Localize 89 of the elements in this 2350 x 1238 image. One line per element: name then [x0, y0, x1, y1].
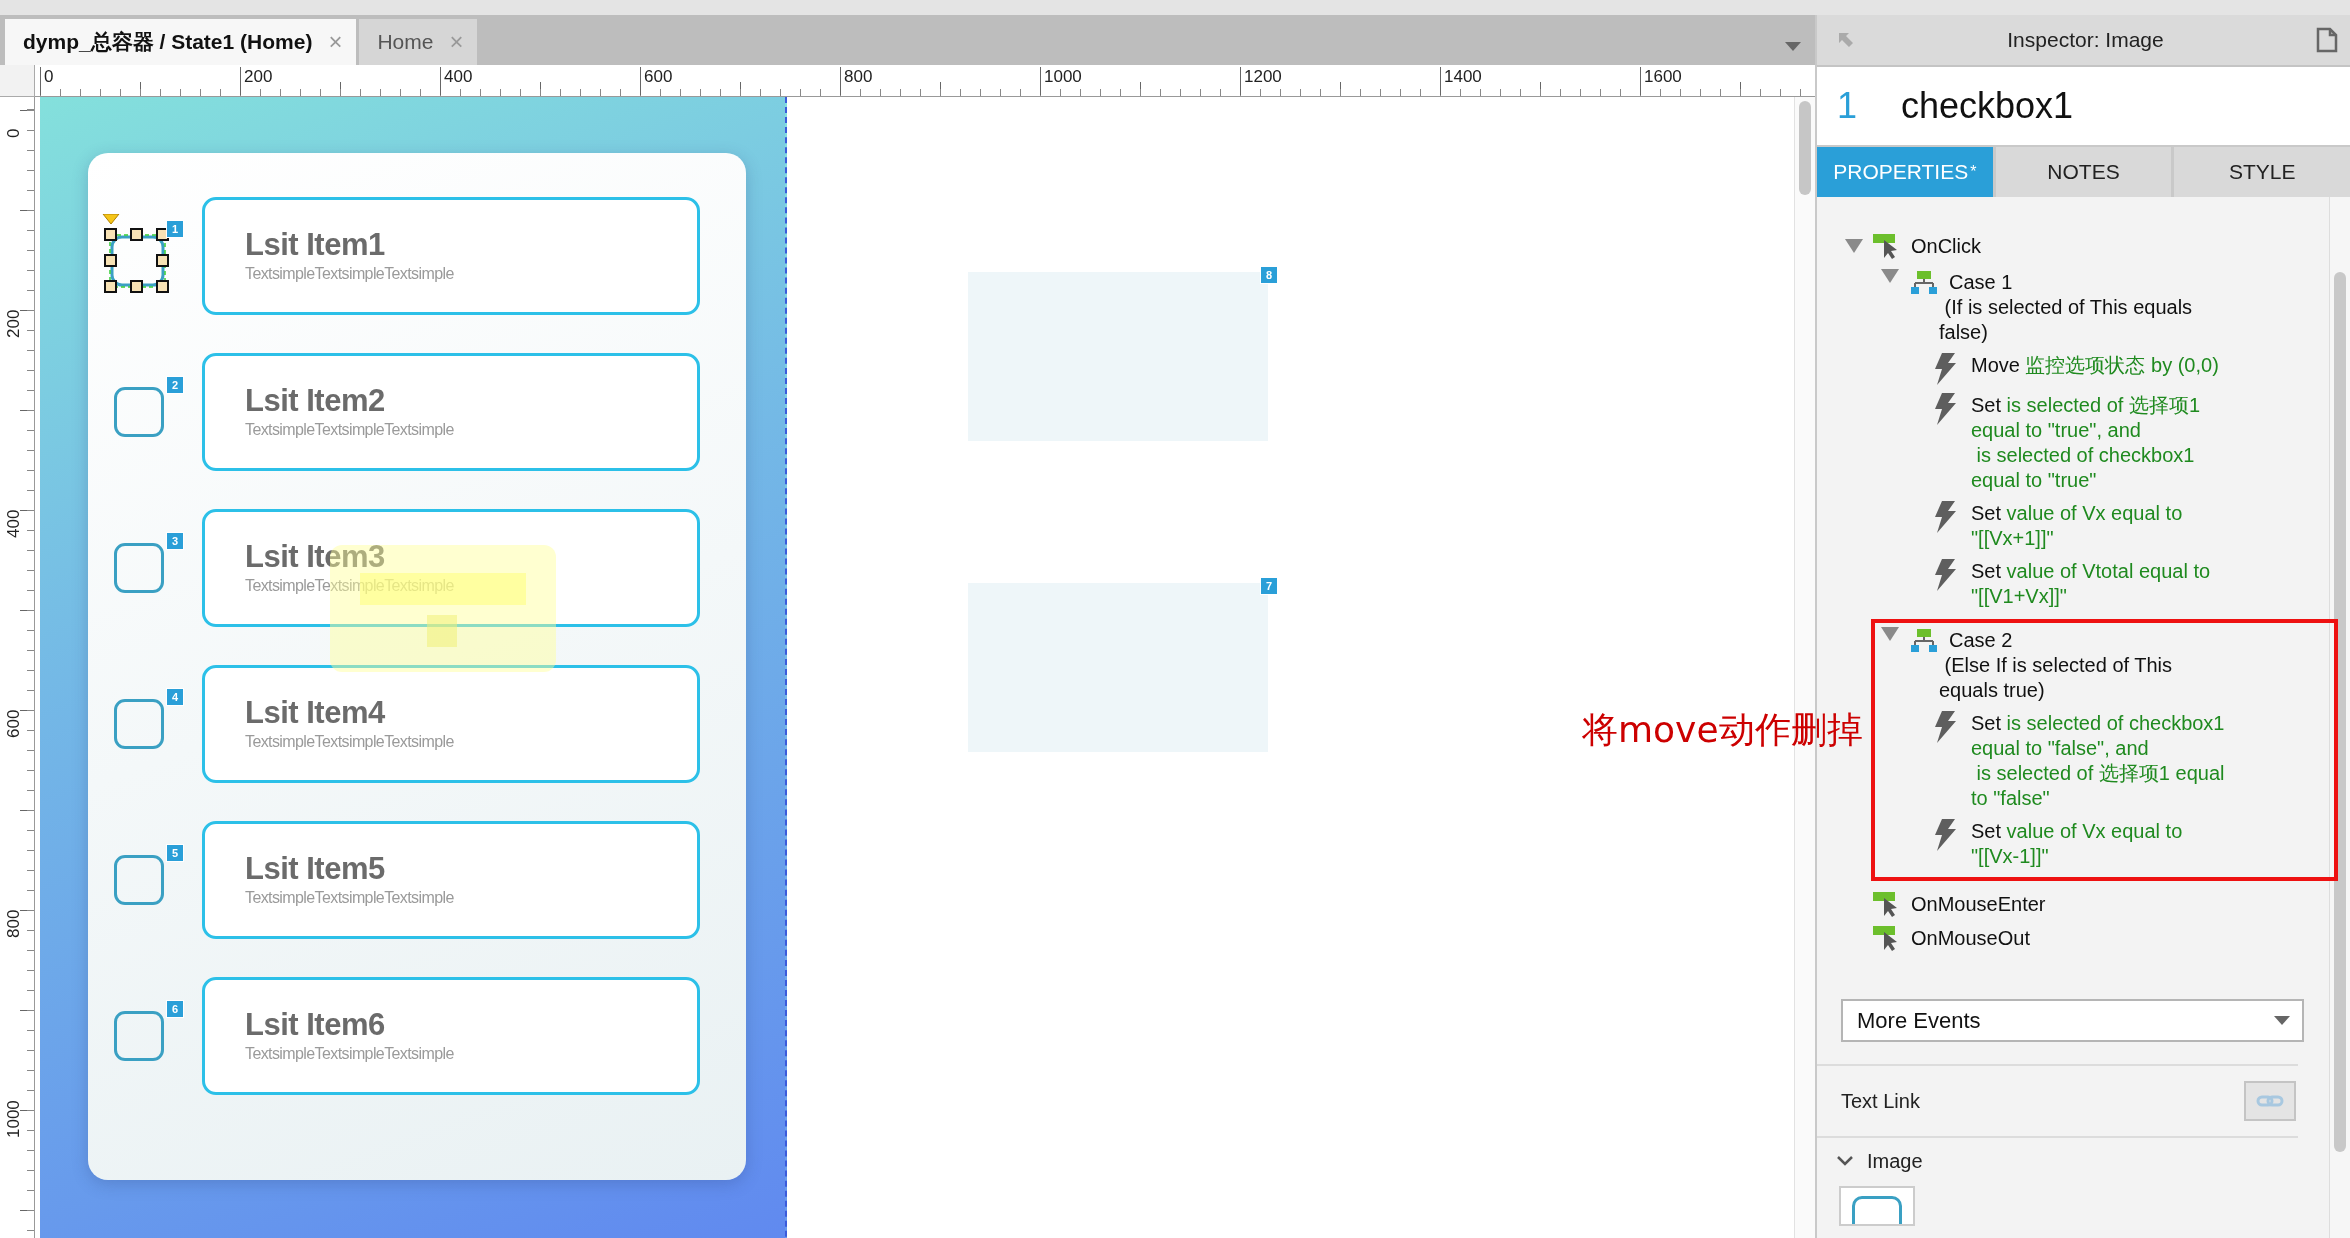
image-thumbnail[interactable] [1839, 1186, 1915, 1226]
scrollbar-thumb[interactable] [1799, 101, 1811, 195]
action-text[interactable]: Set value of Vtotal equal to "[[V1+Vx]]" [1971, 559, 2211, 609]
ruler-label: 600 [4, 709, 24, 738]
inspector-title: Inspector: Image [2007, 28, 2164, 52]
item-title: Lsit Item6 [245, 1007, 386, 1043]
widget-number-badge: 1 [166, 220, 184, 238]
chevron-down-icon [1837, 1156, 1853, 1166]
widget-number-badge: 7 [1260, 577, 1278, 595]
document-tab[interactable]: Home × [359, 19, 478, 65]
ruler-label: 400 [4, 509, 24, 538]
widget-number-badge: 8 [1260, 266, 1278, 284]
checkbox[interactable] [114, 543, 164, 593]
collapse-triangle-icon[interactable] [1881, 627, 1899, 641]
inspector-tab[interactable]: STYLE [2174, 147, 2350, 197]
checkbox[interactable] [114, 699, 164, 749]
widget-name: checkbox1 [1901, 85, 2074, 127]
item-title: Lsit Item3 [245, 539, 386, 575]
case-condition: (If is selected of This equals false) [1938, 295, 2193, 345]
ruler-label: 0 [4, 128, 24, 138]
ruler-label: 1400 [1440, 67, 1482, 95]
dropdown-caret-icon [1785, 42, 1801, 51]
collapse-triangle-icon[interactable] [1881, 269, 1899, 283]
ruler-label: 0 [40, 67, 54, 95]
inspector-tab[interactable]: NOTES [1995, 147, 2172, 197]
ruler-label: 1600 [1640, 67, 1682, 95]
document-tab[interactable]: dymp_总容器 / State1 (Home) × [5, 19, 357, 65]
arrow-icon[interactable] [1837, 31, 1855, 49]
widget-number-badge: 4 [166, 688, 184, 706]
ruler-label: 600 [640, 67, 673, 95]
more-events-dropdown[interactable]: More Events [1841, 999, 2304, 1042]
lightning-icon [1933, 559, 1957, 591]
action-text[interactable]: Set is selected of 选择项1 equal to "true", and is selected of checkbox1 equal to "true" [1971, 393, 2200, 493]
lightning-icon [1933, 393, 1957, 425]
item-subtitle: TextsimpleTextsimpleTextsimple [245, 1045, 455, 1063]
action-text[interactable]: Set is selected of checkbox1 equal to "false", and is selected of 选择项1 equal to "false" [1971, 711, 2225, 811]
case-tree-icon [1911, 271, 1937, 295]
page-icon[interactable] [2316, 27, 2338, 53]
annotation-text: 将move动作删掉 [1582, 708, 1863, 752]
ruler-corner [0, 65, 35, 97]
lightning-icon [1933, 353, 1957, 385]
item-subtitle: TextsimpleTextsimpleTextsimple [245, 733, 455, 751]
widget-number-badge: 6 [166, 1000, 184, 1018]
widget-number-badge: 3 [166, 532, 184, 550]
item-title: Lsit Item2 [245, 383, 386, 419]
case-title[interactable]: Case 1 [1949, 270, 2193, 295]
item-subtitle: TextsimpleTextsimpleTextsimple [245, 265, 455, 283]
ruler-label: 800 [4, 909, 24, 938]
collapse-triangle-icon[interactable] [1845, 239, 1863, 253]
checkbox[interactable] [114, 1011, 164, 1061]
ruler-label: 800 [840, 67, 873, 95]
item-title: Lsit Item5 [245, 851, 386, 887]
item-subtitle: TextsimpleTextsimpleTextsimple [245, 889, 455, 907]
link-icon [2256, 1094, 2284, 1108]
event-name[interactable]: OnMouseOut [1911, 925, 2030, 951]
list-item-card[interactable]: Lsit Item4 TextsimpleTextsimpleTextsimple [202, 665, 700, 783]
ruler-label: 400 [440, 67, 473, 95]
text-link-label: Text Link [1841, 1089, 1920, 1113]
lightning-icon [1933, 711, 1957, 743]
list-item-card[interactable]: Lsit Item1 TextsimpleTextsimpleTextsimple [202, 197, 700, 315]
checkbox[interactable] [114, 387, 164, 437]
lightning-icon [1933, 501, 1957, 533]
list-item-card[interactable]: Lsit Item2 TextsimpleTextsimpleTextsimple [202, 353, 700, 471]
case-title[interactable]: Case 2 [1949, 628, 2173, 653]
widget-number: 1 [1837, 85, 1858, 127]
ruler-label: 1000 [4, 1100, 24, 1138]
list-item-card[interactable]: Lsit Item6 TextsimpleTextsimpleTextsimple [202, 977, 700, 1095]
event-name[interactable]: OnClick [1911, 233, 1981, 259]
case-tree-icon [1911, 629, 1937, 653]
widget-number-badge: 5 [166, 844, 184, 862]
ruler-label: 200 [4, 309, 24, 338]
event-name[interactable]: OnMouseEnter [1911, 891, 2046, 917]
item-title: Lsit Item1 [245, 227, 386, 263]
lightning-icon [1933, 819, 1957, 851]
action-text[interactable]: Set value of Vx equal to "[[Vx-1]]" [1971, 819, 2183, 869]
scrollbar-thumb[interactable] [2334, 272, 2346, 1152]
action-text[interactable]: Set value of Vx equal to "[[Vx+1]]" [1971, 501, 2183, 551]
item-title: Lsit Item4 [245, 695, 386, 731]
checkbox[interactable] [114, 855, 164, 905]
dropdown-caret-icon [2274, 1016, 2290, 1025]
section-header[interactable]: Image [1817, 1138, 2320, 1184]
ruler-label: 1000 [1040, 67, 1082, 95]
ruler-label: 1200 [1240, 67, 1282, 95]
ruler-label: 200 [240, 67, 273, 95]
widget-number-badge: 2 [166, 376, 184, 394]
list-item-card[interactable]: Lsit Item5 TextsimpleTextsimpleTextsimple [202, 821, 700, 939]
item-subtitle: TextsimpleTextsimpleTextsimple [245, 421, 455, 439]
case-condition: (Else If is selected of This equals true) [1938, 653, 2173, 703]
action-text[interactable]: Move 监控选项状态 by (0,0) [1971, 353, 2219, 385]
